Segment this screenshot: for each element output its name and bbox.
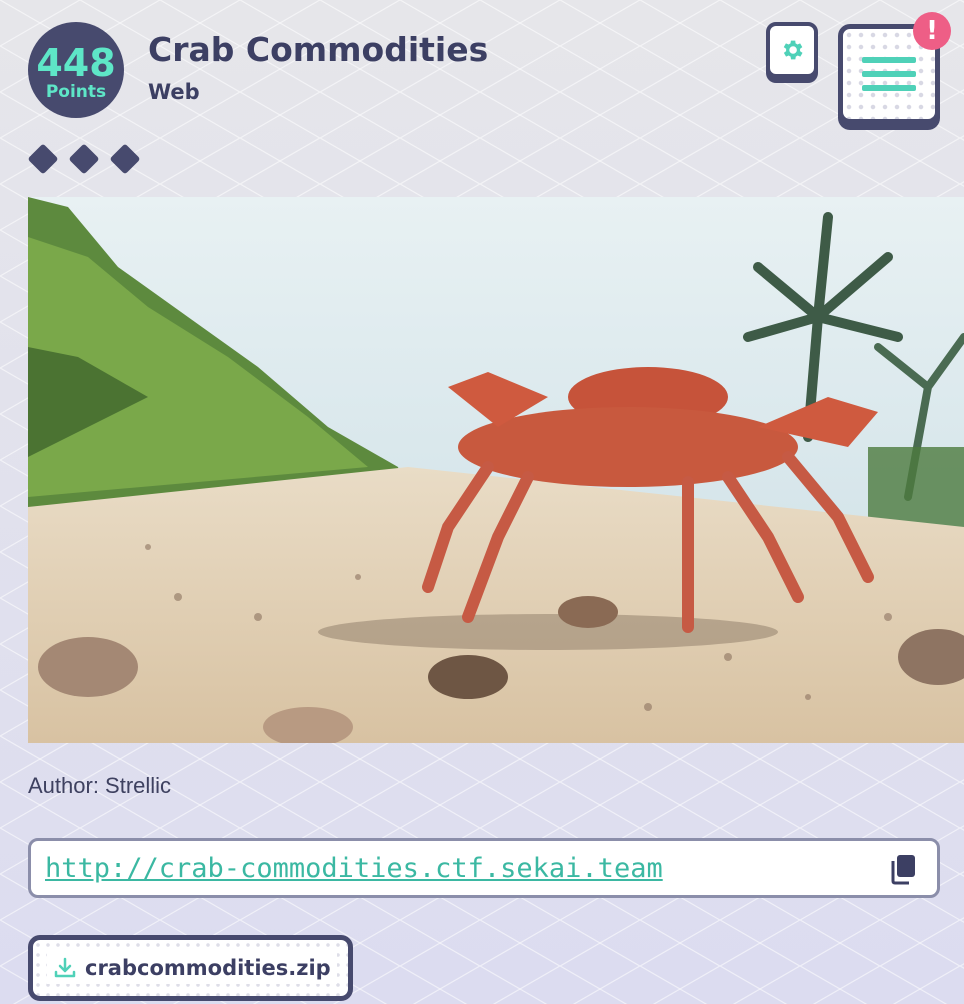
points-badge: 448 Points <box>28 22 124 118</box>
gear-icon <box>783 40 803 60</box>
file-name: crabcommodities.zip <box>85 956 331 980</box>
hamburger-menu-icon <box>862 57 916 63</box>
challenge-url-box: http://crab-commodities.ctf.sekai.team <box>28 838 940 898</box>
challenge-category: Web <box>148 80 200 104</box>
points-value: 448 <box>36 41 116 85</box>
hamburger-menu-icon-bar <box>862 71 916 77</box>
points-label: Points <box>45 82 107 102</box>
download-file-button[interactable]: crabcommodities.zip <box>28 935 353 1001</box>
hamburger-menu-icon-bar <box>862 85 916 91</box>
settings-button[interactable] <box>766 22 818 78</box>
challenge-author: Author: Strellic <box>28 773 172 798</box>
difficulty-diamond <box>27 143 59 175</box>
download-icon <box>54 957 76 978</box>
challenge-url-link[interactable]: http://crab-commodities.ctf.sekai.team <box>45 853 663 884</box>
alert-badge[interactable]: ! <box>913 12 951 50</box>
download-file-label: crabcommodities.zip <box>47 952 337 984</box>
challenge-title: Crab Commodities <box>148 30 489 69</box>
difficulty-indicator <box>27 143 141 175</box>
difficulty-diamond <box>109 143 141 175</box>
challenge-image <box>28 197 964 743</box>
difficulty-diamond <box>68 143 100 175</box>
copy-icon[interactable] <box>889 853 917 885</box>
